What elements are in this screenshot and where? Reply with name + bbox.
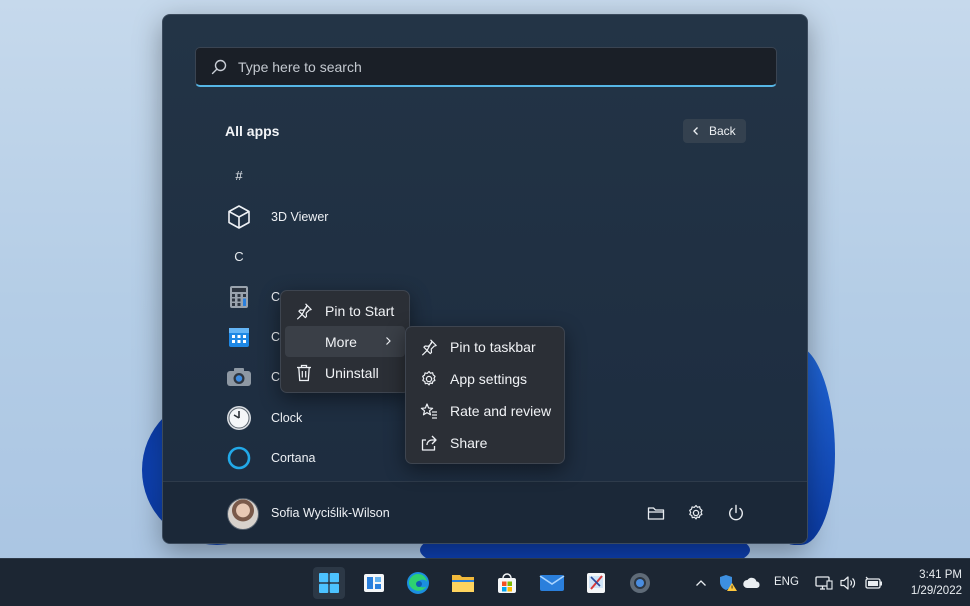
list-item[interactable]: Ca [225,323,287,351]
app-label: 3D Viewer [271,210,329,224]
ctx-label: Uninstall [325,364,379,381]
all-apps-heading: All apps [225,123,280,139]
volume-icon[interactable] [839,559,857,606]
settings-icon[interactable] [685,502,707,524]
avatar[interactable] [227,498,259,530]
group-letter-hash[interactable]: # [225,168,253,183]
app-settings-item[interactable]: App settings [410,363,560,395]
ctx-label: Pin to Start [325,302,395,319]
pin-icon [420,338,438,356]
back-button[interactable]: Back [683,119,746,143]
widgets-icon[interactable] [358,567,390,599]
user-name[interactable]: Sofia Wyciślik-Wilson [271,506,390,520]
snip-icon[interactable] [580,567,612,599]
more-item[interactable]: More [285,326,405,357]
search-icon [211,59,227,74]
cube-icon [225,203,253,231]
share-item[interactable]: Share [410,427,560,459]
gear-icon [420,370,438,388]
rate-and-review-item[interactable]: Rate and review [410,395,560,427]
security-warning-icon[interactable] [718,559,738,606]
start-footer: Sofia Wyciślik-Wilson [163,481,807,543]
list-item[interactable]: Cortana [225,444,315,472]
chevron-up-icon[interactable] [694,559,708,606]
clock-date: 1/29/2022 [910,585,962,597]
taskbar-clock[interactable]: 3:41 PM 1/29/2022 [892,567,962,599]
pin-to-taskbar-item[interactable]: Pin to taskbar [410,331,560,363]
folder-icon[interactable] [645,502,667,524]
submenu-label: Pin to taskbar [450,339,536,355]
more-submenu: Pin to taskbar App settings Rate and rev… [405,326,565,464]
star-list-icon [420,402,438,420]
clock-time: 3:41 PM [919,569,962,581]
list-item[interactable]: Clock [225,404,302,432]
back-label: Back [709,124,736,138]
submenu-label: Rate and review [450,403,552,419]
battery-icon[interactable] [863,559,883,606]
cortana-icon [225,444,253,472]
calendar-icon [225,323,253,351]
calculator-icon [225,283,253,311]
search-input[interactable] [238,58,738,75]
store-icon[interactable] [491,567,523,599]
start-icon[interactable] [313,567,345,599]
pin-icon [295,302,313,320]
language-indicator[interactable]: ENG [774,576,799,588]
chevron-right-icon [386,337,391,345]
app-label: Clock [271,411,303,425]
submenu-label: App settings [450,371,528,387]
edge-icon[interactable] [402,567,434,599]
mail-icon[interactable] [536,567,568,599]
app-label: Cortana [271,451,316,465]
pin-to-start-item[interactable]: Pin to Start [285,295,405,326]
ctx-label: More [325,333,357,350]
file-explorer-icon[interactable] [447,567,479,599]
list-item[interactable]: Ca [225,283,287,311]
power-icon[interactable] [725,502,747,524]
group-letter-c[interactable]: C [225,249,253,264]
trash-icon [295,364,313,382]
uninstall-item[interactable]: Uninstall [285,357,405,388]
search-box[interactable] [195,47,777,87]
context-menu: Pin to Start More Uninstall [280,290,410,393]
network-icon[interactable] [815,559,833,606]
clock-icon [225,404,253,432]
chevron-left-icon [693,127,698,135]
onedrive-icon[interactable] [742,559,762,606]
start-menu: All apps Back # 3D Viewer C Ca Ca [162,14,808,544]
submenu-label: Share [450,435,488,451]
list-item[interactable]: 3D Viewer [225,203,328,231]
share-icon [420,434,438,452]
camera-icon [225,363,253,391]
settings-icon[interactable] [624,567,656,599]
list-item[interactable]: Ca [225,363,287,391]
taskbar: ENG 3:41 PM 1/29/2022 [0,558,970,606]
